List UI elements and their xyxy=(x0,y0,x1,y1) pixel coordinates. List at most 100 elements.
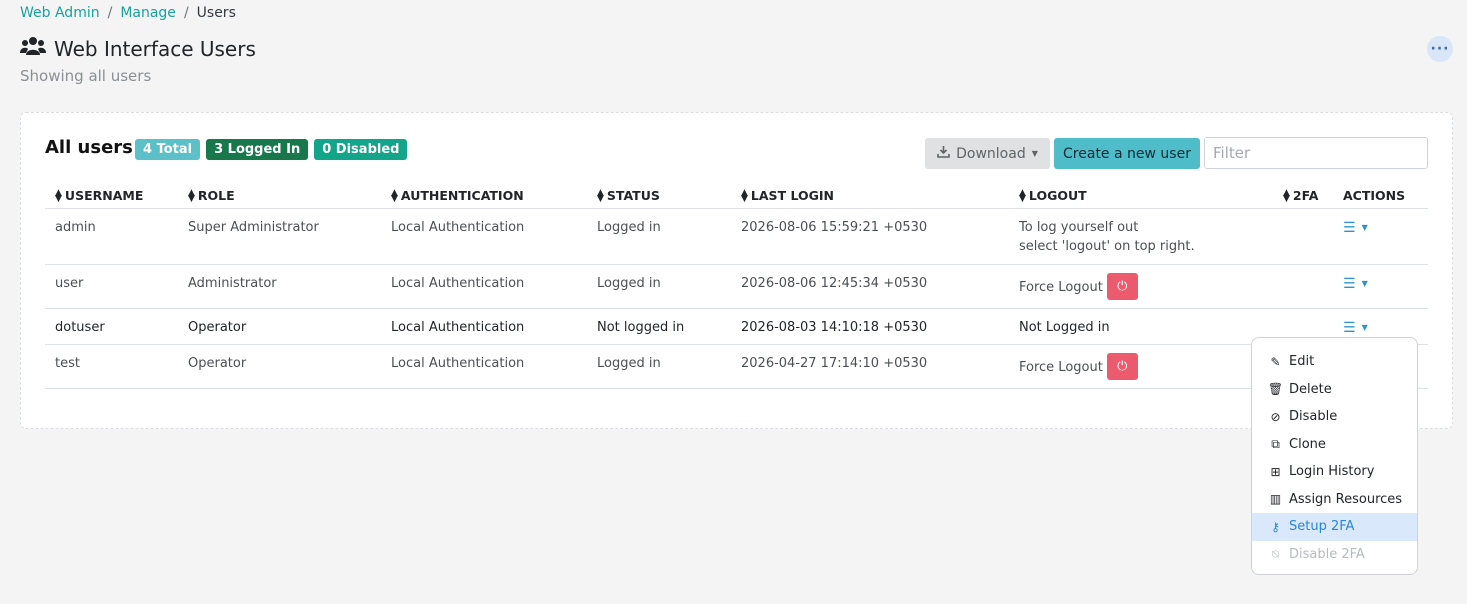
sort-icon: ▲ ▼ xyxy=(741,188,748,205)
col-actions: ACTIONS xyxy=(1333,183,1428,209)
power-icon: ⏻ xyxy=(1117,278,1128,294)
cell-role: Operator xyxy=(178,344,381,389)
cell-2fa xyxy=(1273,264,1333,309)
cell-logout: To log yourself out select 'logout' on t… xyxy=(1009,208,1273,265)
actions-dropdown-toggle[interactable]: ☰ ▼ xyxy=(1343,320,1368,336)
cell-status: Logged in xyxy=(587,264,731,309)
cell-role: Super Administrator xyxy=(178,208,381,265)
col-username[interactable]: ▲ ▼ USERNAME xyxy=(45,183,178,209)
cell-auth: Local Authentication xyxy=(381,308,587,345)
page-subtitle: Showing all users xyxy=(20,67,152,85)
logout-note-line2: select 'logout' on top right. xyxy=(1019,238,1195,254)
force-logout-button[interactable]: ⏻ xyxy=(1106,272,1138,300)
cell-2fa xyxy=(1273,208,1333,265)
download-button[interactable]: Download ▼ xyxy=(925,138,1050,169)
cell-last-login: 2026-04-27 17:14:10 +0530 xyxy=(731,344,1009,389)
breadcrumb-separator: / xyxy=(183,5,189,21)
barcode-icon: ▥ xyxy=(1269,492,1282,507)
breadcrumb-separator: / xyxy=(107,5,113,21)
cell-role: Operator xyxy=(178,308,381,345)
cell-username: dotuser xyxy=(45,308,178,345)
page-title: Web Interface Users xyxy=(20,36,256,61)
breadcrumb-web-admin[interactable]: Web Admin xyxy=(20,5,100,21)
menu-item-edit[interactable]: ✎ Edit xyxy=(1252,348,1417,376)
sort-icon: ▲ ▼ xyxy=(1283,188,1290,205)
total-badge: 4 Total xyxy=(135,139,201,160)
caret-down-icon: ▼ xyxy=(1361,279,1368,288)
breadcrumb-manage[interactable]: Manage xyxy=(120,5,176,21)
cell-username: admin xyxy=(45,208,178,265)
trash-icon: 🗑 xyxy=(1267,382,1284,397)
download-icon xyxy=(937,145,950,162)
cell-status: Logged in xyxy=(587,208,731,265)
ban-icon: ⊘ xyxy=(1270,409,1281,424)
cell-actions: ☰ ▼ xyxy=(1333,208,1428,265)
force-logout-label: Force Logout xyxy=(1019,280,1103,295)
copy-icon: ⧉ xyxy=(1271,436,1280,451)
force-logout-button[interactable]: ⏻ xyxy=(1106,352,1138,380)
sort-icon: ▲ ▼ xyxy=(597,188,604,205)
table-row: test Operator Local Authentication Logge… xyxy=(45,344,1428,389)
cell-username: test xyxy=(45,344,178,389)
logout-note-line1: To log yourself out xyxy=(1019,219,1139,235)
actions-dropdown-menu: ✎ Edit 🗑 Delete ⊘ Disable ⧉ Clone ⊞ Login His… xyxy=(1251,337,1418,575)
actions-dropdown-toggle[interactable]: ☰ ▼ xyxy=(1343,276,1368,292)
menu-item-disable[interactable]: ⊘ Disable xyxy=(1252,403,1417,431)
breadcrumb: Web Admin / Manage / Users xyxy=(20,5,236,21)
col-authentication[interactable]: ▲ ▼ AUTHENTICATION xyxy=(381,183,587,209)
col-role[interactable]: ▲ ▼ ROLE xyxy=(178,183,381,209)
menu-item-assign-resources[interactable]: ▥ Assign Resources xyxy=(1252,486,1417,514)
menu-item-disable-2fa: ⍉ Disable 2FA xyxy=(1252,541,1417,569)
logged-in-badge: 3 Logged In xyxy=(206,139,309,160)
users-card: All users 4 Total 3 Logged In 0 Disabled… xyxy=(20,112,1453,429)
sort-icon: ▲ ▼ xyxy=(1019,188,1026,205)
cell-logout: Force Logout ⏻ xyxy=(1009,344,1273,389)
users-icon xyxy=(20,36,46,61)
table-row: dotuser Operator Local Authentication No… xyxy=(45,308,1428,345)
sort-icon: ▲ ▼ xyxy=(391,188,398,205)
force-logout-label: Force Logout xyxy=(1019,360,1103,375)
col-logout[interactable]: ▲ ▼ LOGOUT xyxy=(1009,183,1273,209)
badge-group: 4 Total 3 Logged In 0 Disabled xyxy=(135,139,408,160)
sort-icon: ▲ ▼ xyxy=(55,188,62,205)
cell-logout: Not Logged in xyxy=(1009,308,1273,345)
pencil-icon: ✎ xyxy=(1270,354,1281,369)
key-icon: ⚷ xyxy=(1271,519,1280,534)
more-options-button[interactable]: ··· xyxy=(1427,36,1453,62)
menu-item-login-history[interactable]: ⊞ Login History xyxy=(1252,458,1417,486)
cell-auth: Local Authentication xyxy=(381,208,587,265)
cell-last-login: 2026-08-03 14:10:18 +0530 xyxy=(731,308,1009,345)
bars-icon: ☰ xyxy=(1343,275,1356,292)
caret-down-icon: ▼ xyxy=(1361,223,1368,232)
col-last-login[interactable]: ▲ ▼ LAST LOGIN xyxy=(731,183,1009,209)
card-title: All users xyxy=(45,137,133,158)
cell-logout: Force Logout ⏻ xyxy=(1009,264,1273,309)
filter-input[interactable] xyxy=(1204,137,1428,169)
bars-icon: ☰ xyxy=(1343,219,1356,236)
bars-icon: ☰ xyxy=(1343,319,1356,336)
table-row: admin Super Administrator Local Authenti… xyxy=(45,208,1428,265)
create-user-button[interactable]: Create a new user xyxy=(1054,138,1200,169)
menu-item-setup-2fa[interactable]: ⚷ Setup 2FA xyxy=(1252,513,1417,541)
ellipsis-icon: ··· xyxy=(1430,41,1450,57)
table-row: user Administrator Local Authentication … xyxy=(45,264,1428,309)
breadcrumb-current: Users xyxy=(196,5,236,21)
sort-icon: ▲ ▼ xyxy=(188,188,195,205)
table-icon: ⊞ xyxy=(1270,464,1281,479)
actions-dropdown-toggle[interactable]: ☰ ▼ xyxy=(1343,220,1368,236)
cell-status: Logged in xyxy=(587,344,731,389)
disabled-badge: 0 Disabled xyxy=(314,139,408,160)
cell-auth: Local Authentication xyxy=(381,344,587,389)
caret-down-icon: ▼ xyxy=(1031,149,1038,158)
page-title-text: Web Interface Users xyxy=(54,36,256,61)
table-header-row: ▲ ▼ USERNAME ▲ ▼ ROLE ▲ ▼ AUTHENTICATION ▲ ▼ STA… xyxy=(45,183,1428,209)
cell-actions: ☰ ▼ xyxy=(1333,264,1428,309)
menu-item-delete[interactable]: 🗑 Delete xyxy=(1252,376,1417,404)
cell-username: user xyxy=(45,264,178,309)
col-2fa[interactable]: ▲ ▼ 2FA xyxy=(1273,183,1333,209)
cell-role: Administrator xyxy=(178,264,381,309)
menu-item-clone[interactable]: ⧉ Clone xyxy=(1252,431,1417,459)
col-status[interactable]: ▲ ▼ STATUS xyxy=(587,183,731,209)
download-label: Download xyxy=(956,145,1026,162)
cell-status: Not logged in xyxy=(587,308,731,345)
